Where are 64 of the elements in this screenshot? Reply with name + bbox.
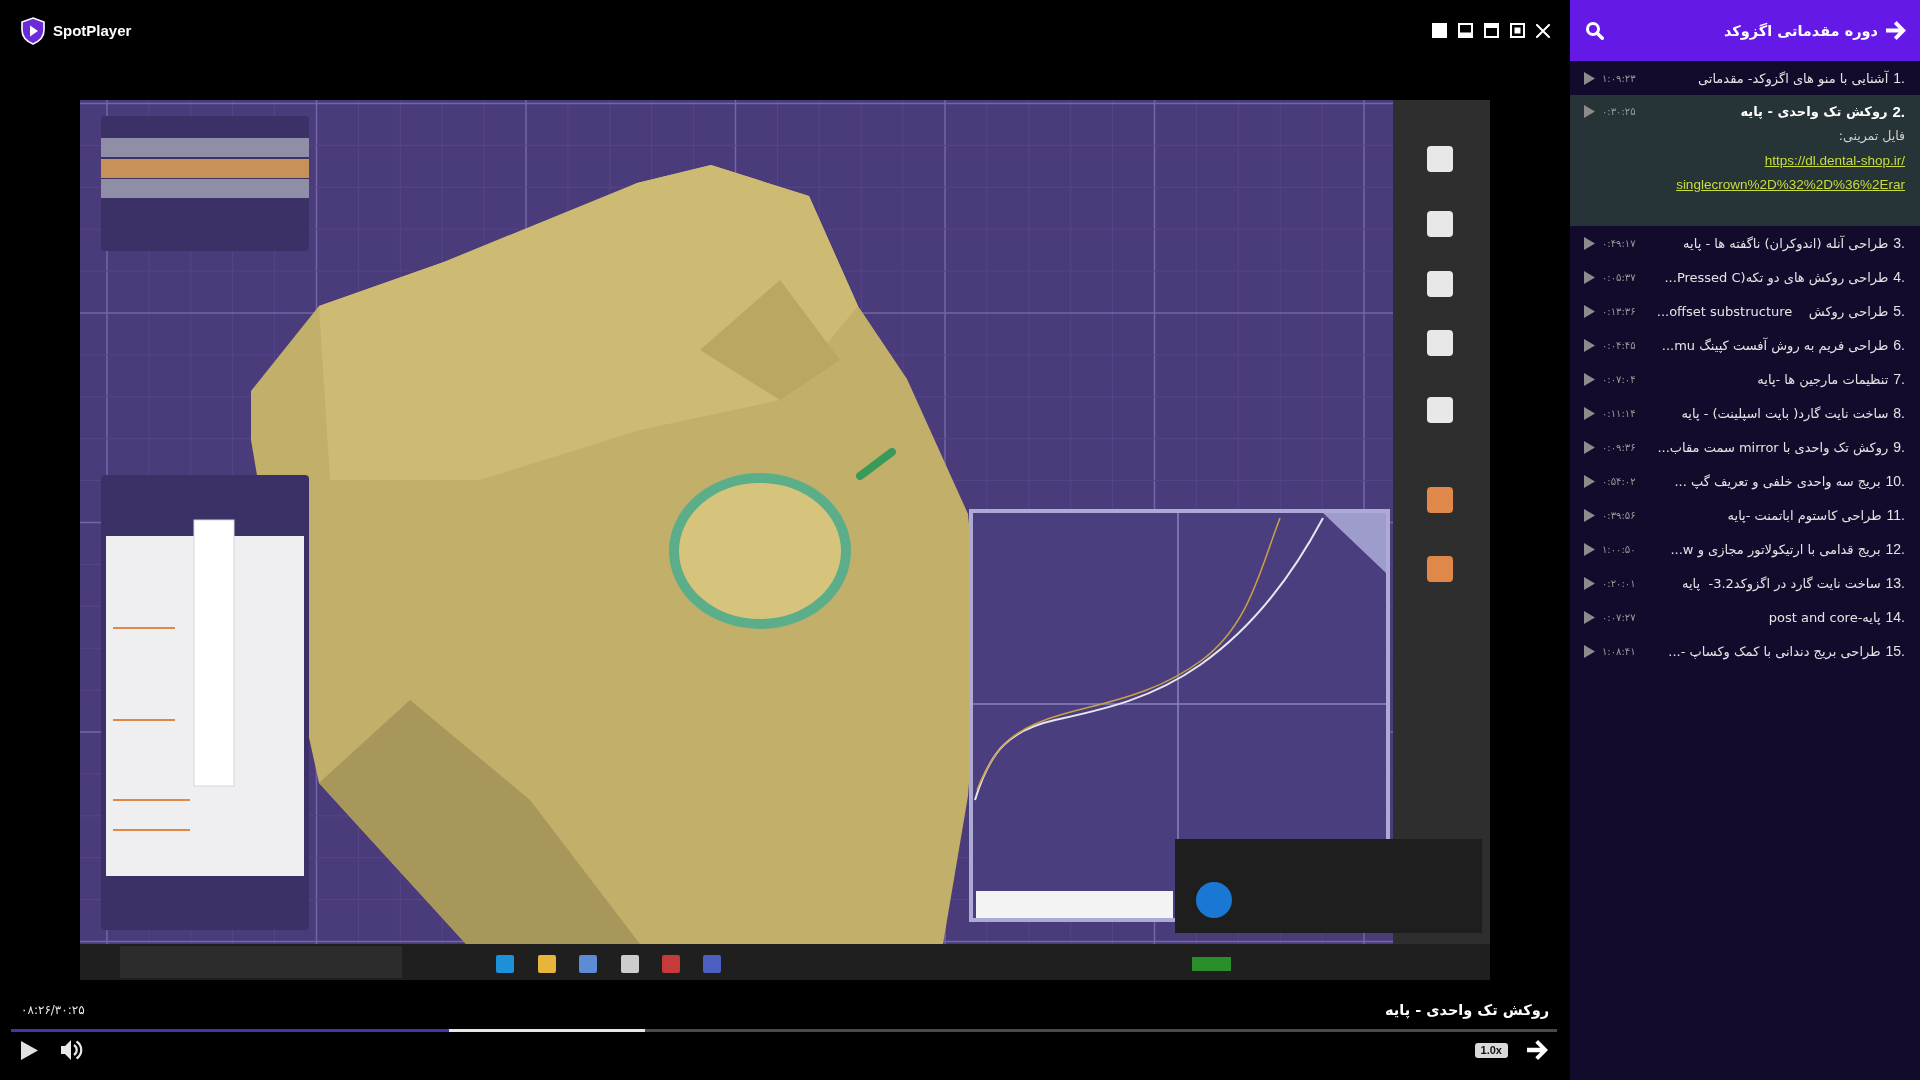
lesson-duration: ۱:۰۰:۵۰ <box>1602 543 1636 555</box>
lesson-duration: ۰:۴۹:۱۷ <box>1602 237 1636 249</box>
lesson-duration: ۰:۰۴:۴۵ <box>1602 339 1636 351</box>
lesson-title: روکش تک واحدی با mirror سمت مقاب... <box>1657 439 1889 455</box>
speaker-icon[interactable] <box>61 1040 83 1060</box>
square-bottom-bar-icon[interactable] <box>1458 23 1473 38</box>
shield-play-icon <box>21 16 45 45</box>
lesson-duration: ۰:۰۹:۳۶ <box>1602 441 1636 453</box>
lesson-duration: ۰:۵۴:۰۲ <box>1602 475 1636 487</box>
lesson-duration: ۱:۰۹:۲۳ <box>1602 72 1636 84</box>
progress-track[interactable] <box>11 1029 1557 1032</box>
lesson-number: 2. <box>1892 102 1905 120</box>
download-link[interactable]: https://dl.dental-shop.ir/ <box>1764 149 1905 173</box>
lesson-title: طراحی آنله (اندوکران) ناگفته ها - پایه <box>1683 235 1889 251</box>
lesson-title: طراحی روکش های دو تکه(Pressed C... <box>1664 269 1889 285</box>
arrow-right-icon[interactable] <box>1886 21 1906 40</box>
lesson-title: روکش تک واحدی - پایه <box>1740 103 1888 119</box>
lesson-title: آشنایی با منو های اگزوکد- مقدماتی <box>1697 70 1889 86</box>
lesson-duration: ۰:۲۰:۰۱ <box>1602 577 1636 589</box>
app-name: SpotPlayer <box>53 22 132 39</box>
lesson-title: تنظیمات مارجین ها -پایه <box>1757 371 1889 387</box>
lesson-title: ساخت نایت گارد در اگزوکد3.2- پایه <box>1682 575 1881 591</box>
lesson-number: 9. <box>1893 439 1905 455</box>
speed-button[interactable]: 1.0x <box>1474 1042 1508 1058</box>
lesson-number: 4. <box>1893 269 1905 285</box>
lesson-duration: ۱:۰۸:۴۱ <box>1602 645 1636 657</box>
file-label: فایل تمرینی: <box>1838 127 1905 146</box>
download-link[interactable]: singlecrown%2D%32%2D%36%2Erar <box>1676 173 1905 197</box>
lesson-number: 6. <box>1893 337 1905 353</box>
play-icon[interactable] <box>21 1040 38 1060</box>
lesson-title: طراحی روکش offset substructure... <box>1656 303 1889 319</box>
lesson-number: 11. <box>1886 507 1905 523</box>
playlist-title: دوره مقدماتی اگزوکد <box>1723 22 1878 39</box>
time-text: ۰۸:۲۶/۳۰:۲۵ <box>21 1003 85 1017</box>
lesson-number: 14. <box>1885 609 1905 625</box>
lesson-number: 3. <box>1893 235 1905 251</box>
lesson-title: ساخت نایت گارد( بایت اسپلینت) - پایه <box>1681 405 1889 421</box>
lesson-number: 12. <box>1885 541 1905 557</box>
close-icon[interactable] <box>1536 23 1550 38</box>
lesson-title: طراحی کاستوم اباتمنت -پایه <box>1727 507 1882 523</box>
lesson-title: بریج قدامی با ارتیکولاتور مجازی و w... <box>1670 541 1881 557</box>
lesson-number: 10. <box>1885 473 1905 489</box>
lesson-duration: ۰:۱۱:۱۴ <box>1602 407 1636 419</box>
lesson-duration: ۰:۱۳:۳۶ <box>1602 305 1636 317</box>
lesson-number: 1. <box>1893 70 1905 86</box>
arrow-right-icon[interactable] <box>1527 1040 1548 1060</box>
lesson-number: 15. <box>1885 643 1905 659</box>
lesson-number: 5. <box>1893 303 1905 319</box>
square-inner-square-icon[interactable] <box>1510 23 1525 38</box>
square-top-bar-icon[interactable] <box>1484 23 1499 38</box>
lesson-duration: ۰:۰۵:۳۷ <box>1602 271 1636 283</box>
video-title: روکش تک واحدی - پایه <box>1384 1002 1549 1018</box>
lesson-duration: ۰:۰۷:۰۴ <box>1602 373 1636 385</box>
lesson-duration: ۰:۰۷:۲۷ <box>1602 611 1636 623</box>
lesson-title: پایه-post and core <box>1768 609 1881 625</box>
lesson-number: 8. <box>1893 405 1905 421</box>
lesson-title: طراحی فریم به روش آفست کپینگ mu... <box>1661 337 1889 353</box>
lesson-title: بریج سه واحدی خلفی و تعریف گپ ... <box>1674 473 1881 489</box>
lesson-number: 7. <box>1893 371 1905 387</box>
lesson-number: 13. <box>1885 575 1905 591</box>
lesson-duration: ۰:۳۰:۲۵ <box>1602 105 1636 117</box>
lesson-duration: ۰:۳۹:۵۶ <box>1602 509 1636 521</box>
lesson-title: طراحی بریج دندانی با کمک وکساپ -... <box>1668 643 1881 659</box>
search-icon[interactable] <box>1586 21 1604 40</box>
